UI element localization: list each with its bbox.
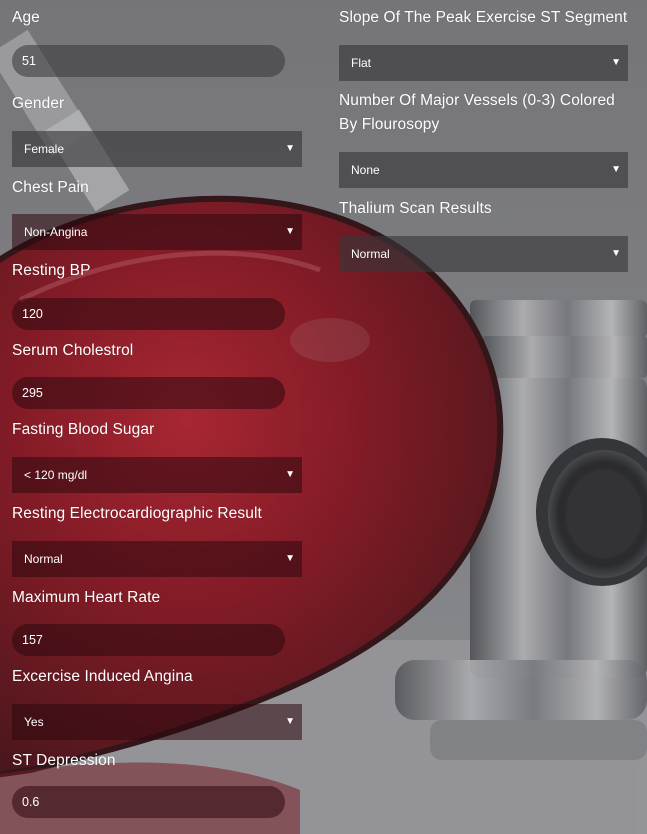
heart-disease-form: Age Gender Female ▼ Chest Pain Non-Angin… bbox=[0, 0, 647, 834]
chest-pain-label: Chest Pain bbox=[12, 179, 89, 196]
st-slope-label: Slope Of The Peak Exercise ST Segment bbox=[339, 9, 628, 26]
st-slope-selected-value: Flat bbox=[351, 56, 372, 70]
gender-select[interactable]: Female ▼ bbox=[12, 131, 302, 167]
major-vessels-selected-value: None bbox=[351, 163, 380, 177]
exercise-angina-selected-value: Yes bbox=[24, 715, 44, 729]
caret-down-icon: ▼ bbox=[285, 553, 295, 564]
gender-selected-value: Female bbox=[24, 142, 65, 156]
caret-down-icon: ▼ bbox=[611, 248, 621, 259]
resting-bp-label: Resting BP bbox=[12, 262, 91, 279]
caret-down-icon: ▼ bbox=[285, 469, 295, 480]
age-input[interactable] bbox=[12, 45, 285, 77]
st-depression-input[interactable] bbox=[12, 786, 285, 818]
thalium-scan-label: Thalium Scan Results bbox=[339, 200, 492, 217]
chest-pain-selected-value: Non-Angina bbox=[24, 225, 88, 239]
resting-bp-input[interactable] bbox=[12, 298, 285, 330]
thalium-scan-selected-value: Normal bbox=[351, 247, 390, 261]
caret-down-icon: ▼ bbox=[285, 143, 295, 154]
fasting-blood-sugar-selected-value: < 120 mg/dl bbox=[24, 468, 88, 482]
major-vessels-select[interactable]: None ▼ bbox=[339, 152, 628, 188]
age-label: Age bbox=[12, 9, 40, 26]
resting-ecg-select[interactable]: Normal ▼ bbox=[12, 541, 302, 577]
resting-ecg-selected-value: Normal bbox=[24, 552, 63, 566]
fasting-blood-sugar-select[interactable]: < 120 mg/dl ▼ bbox=[12, 457, 302, 493]
st-depression-label: ST Depression bbox=[12, 752, 116, 769]
caret-down-icon: ▼ bbox=[285, 226, 295, 237]
major-vessels-label: Number Of Major Vessels (0-3) Colored By… bbox=[339, 92, 615, 133]
exercise-angina-label: Excercise Induced Angina bbox=[12, 668, 193, 685]
thalium-scan-select[interactable]: Normal ▼ bbox=[339, 236, 628, 272]
fasting-blood-sugar-label: Fasting Blood Sugar bbox=[12, 421, 155, 438]
max-heart-rate-input[interactable] bbox=[12, 624, 285, 656]
st-slope-select[interactable]: Flat ▼ bbox=[339, 45, 628, 81]
caret-down-icon: ▼ bbox=[285, 716, 295, 727]
caret-down-icon: ▼ bbox=[611, 164, 621, 175]
serum-cholesterol-input[interactable] bbox=[12, 377, 285, 409]
gender-label: Gender bbox=[12, 95, 65, 112]
caret-down-icon: ▼ bbox=[611, 57, 621, 68]
exercise-angina-select[interactable]: Yes ▼ bbox=[12, 704, 302, 740]
serum-cholesterol-label: Serum Cholestrol bbox=[12, 342, 134, 359]
resting-ecg-label: Resting Electrocardiographic Result bbox=[12, 505, 262, 522]
chest-pain-select[interactable]: Non-Angina ▼ bbox=[12, 214, 302, 250]
max-heart-rate-label: Maximum Heart Rate bbox=[12, 589, 161, 606]
